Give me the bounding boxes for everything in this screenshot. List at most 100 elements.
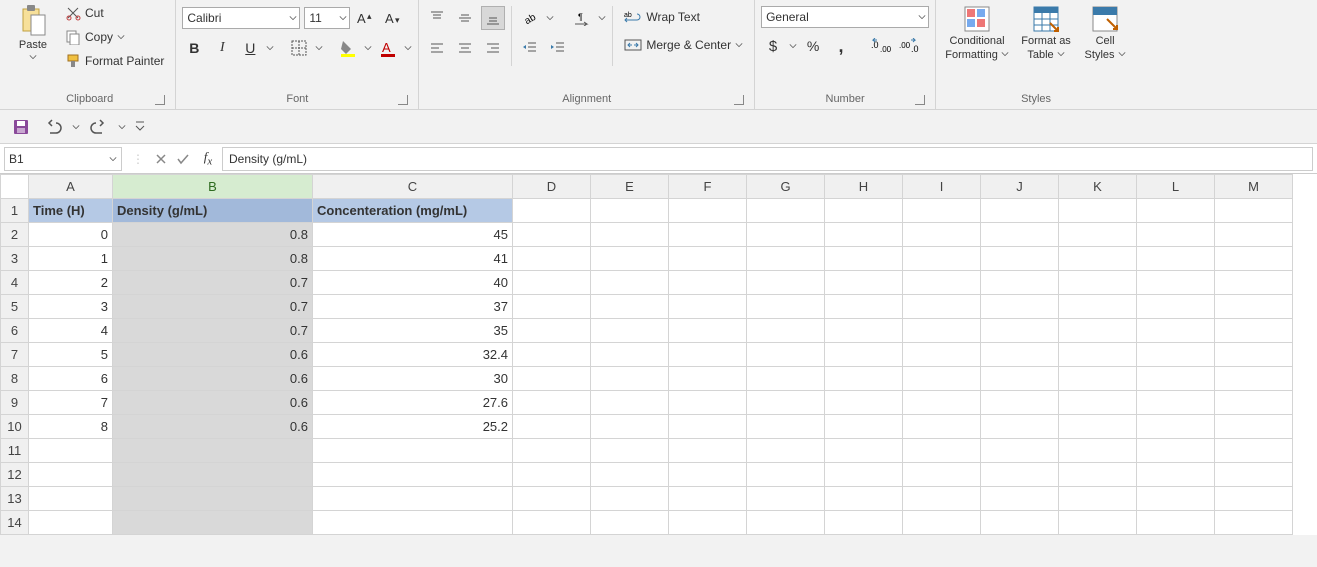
cell-I1[interactable]	[903, 199, 981, 223]
cell-B8[interactable]: 0.6	[113, 367, 313, 391]
row-header-10[interactable]: 10	[1, 415, 29, 439]
orientation-button[interactable]: ab	[518, 6, 542, 30]
dialog-launcher-icon[interactable]	[398, 95, 408, 105]
cell-M9[interactable]	[1215, 391, 1293, 415]
merge-center-button[interactable]: Merge & Center	[619, 34, 748, 56]
cell-E9[interactable]	[591, 391, 669, 415]
cell-J9[interactable]	[981, 391, 1059, 415]
decrease-indent-button[interactable]	[518, 36, 542, 60]
row-header-1[interactable]: 1	[1, 199, 29, 223]
undo-dropdown[interactable]	[72, 123, 80, 131]
cell-G5[interactable]	[747, 295, 825, 319]
cell-G6[interactable]	[747, 319, 825, 343]
column-header-J[interactable]: J	[981, 175, 1059, 199]
cell-I10[interactable]	[903, 415, 981, 439]
cell-A11[interactable]	[29, 439, 113, 463]
cell-J2[interactable]	[981, 223, 1059, 247]
conditional-formatting-button[interactable]: Conditional Formatting	[942, 2, 1012, 84]
cell-A10[interactable]: 8	[29, 415, 113, 439]
cell-C9[interactable]: 27.6	[313, 391, 513, 415]
save-button[interactable]	[8, 114, 34, 140]
cell-B11[interactable]	[113, 439, 313, 463]
cell-J1[interactable]	[981, 199, 1059, 223]
column-header-C[interactable]: C	[313, 175, 513, 199]
cell-L2[interactable]	[1137, 223, 1215, 247]
cell-D5[interactable]	[513, 295, 591, 319]
column-header-D[interactable]: D	[513, 175, 591, 199]
cell-M11[interactable]	[1215, 439, 1293, 463]
cell-L12[interactable]	[1137, 463, 1215, 487]
formula-input[interactable]: Density (g/mL)	[222, 147, 1313, 171]
cell-A8[interactable]: 6	[29, 367, 113, 391]
cell-C14[interactable]	[313, 511, 513, 535]
cell-L8[interactable]	[1137, 367, 1215, 391]
cell-A7[interactable]: 5	[29, 343, 113, 367]
borders-button[interactable]	[287, 36, 311, 60]
font-color-button[interactable]: A	[376, 36, 400, 60]
cell-L6[interactable]	[1137, 319, 1215, 343]
paste-button[interactable]: Paste	[10, 2, 56, 84]
cell-F2[interactable]	[669, 223, 747, 247]
cell-G9[interactable]	[747, 391, 825, 415]
cell-M2[interactable]	[1215, 223, 1293, 247]
cell-L10[interactable]	[1137, 415, 1215, 439]
cell-D8[interactable]	[513, 367, 591, 391]
increase-indent-button[interactable]	[546, 36, 570, 60]
redo-dropdown[interactable]	[118, 123, 126, 131]
cell-I3[interactable]	[903, 247, 981, 271]
cell-E2[interactable]	[591, 223, 669, 247]
number-format-combo[interactable]: General	[761, 6, 929, 28]
cell-A3[interactable]: 1	[29, 247, 113, 271]
cell-J4[interactable]	[981, 271, 1059, 295]
cell-B9[interactable]: 0.6	[113, 391, 313, 415]
cell-B1[interactable]: Density (g/mL)	[113, 199, 313, 223]
cell-styles-button[interactable]: Cell Styles	[1080, 2, 1130, 84]
row-header-13[interactable]: 13	[1, 487, 29, 511]
column-header-E[interactable]: E	[591, 175, 669, 199]
cell-H9[interactable]	[825, 391, 903, 415]
cell-L11[interactable]	[1137, 439, 1215, 463]
cell-A9[interactable]: 7	[29, 391, 113, 415]
cell-C10[interactable]: 25.2	[313, 415, 513, 439]
cell-D4[interactable]	[513, 271, 591, 295]
cell-J3[interactable]	[981, 247, 1059, 271]
cell-F13[interactable]	[669, 487, 747, 511]
cell-L9[interactable]	[1137, 391, 1215, 415]
cell-D14[interactable]	[513, 511, 591, 535]
cell-E4[interactable]	[591, 271, 669, 295]
cell-B10[interactable]: 0.6	[113, 415, 313, 439]
chevron-down-icon[interactable]	[266, 44, 274, 52]
cell-J10[interactable]	[981, 415, 1059, 439]
cell-H12[interactable]	[825, 463, 903, 487]
align-right-button[interactable]	[481, 36, 505, 60]
cell-D3[interactable]	[513, 247, 591, 271]
cell-G2[interactable]	[747, 223, 825, 247]
column-header-L[interactable]: L	[1137, 175, 1215, 199]
cell-C6[interactable]: 35	[313, 319, 513, 343]
cell-C11[interactable]	[313, 439, 513, 463]
cell-K2[interactable]	[1059, 223, 1137, 247]
cell-E11[interactable]	[591, 439, 669, 463]
chevron-down-icon[interactable]	[789, 42, 797, 50]
cell-F4[interactable]	[669, 271, 747, 295]
row-header-6[interactable]: 6	[1, 319, 29, 343]
cut-button[interactable]: Cut	[60, 2, 169, 24]
cell-I12[interactable]	[903, 463, 981, 487]
align-left-button[interactable]	[425, 36, 449, 60]
currency-button[interactable]: $	[761, 34, 785, 58]
row-header-11[interactable]: 11	[1, 439, 29, 463]
cell-C2[interactable]: 45	[313, 223, 513, 247]
dialog-launcher-icon[interactable]	[915, 95, 925, 105]
cell-G14[interactable]	[747, 511, 825, 535]
cell-M4[interactable]	[1215, 271, 1293, 295]
column-header-H[interactable]: H	[825, 175, 903, 199]
fill-color-button[interactable]	[336, 36, 360, 60]
undo-button[interactable]	[40, 114, 66, 140]
cell-E6[interactable]	[591, 319, 669, 343]
cell-H4[interactable]	[825, 271, 903, 295]
cell-H3[interactable]	[825, 247, 903, 271]
cell-H10[interactable]	[825, 415, 903, 439]
accept-formula-button[interactable]	[172, 148, 194, 170]
cell-D9[interactable]	[513, 391, 591, 415]
underline-button[interactable]: U	[238, 36, 262, 60]
